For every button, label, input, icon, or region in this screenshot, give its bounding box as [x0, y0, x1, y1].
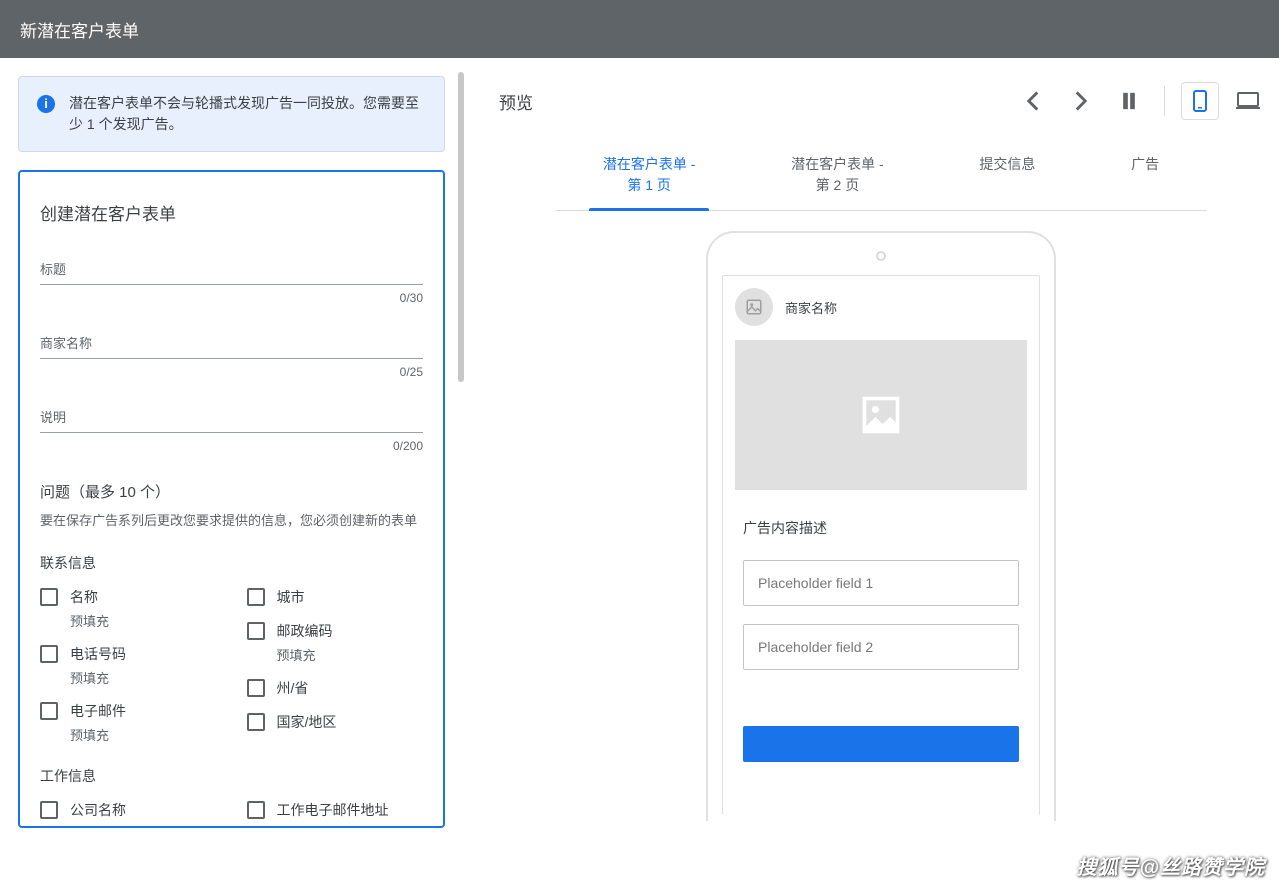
field-headline-label: 标题	[40, 259, 423, 285]
info-text: 潜在客户表单不会与轮播式发现广告一同投放。您需要至少 1 个发现广告。	[69, 93, 426, 135]
work-checkboxes: 公司名称 职位 工作电子邮件地址 工作电话号码	[40, 800, 423, 828]
field-description[interactable]: 说明 0/200	[40, 407, 423, 453]
pause-icon[interactable]	[1110, 82, 1148, 120]
placeholder-field-1: Placeholder field 1	[743, 560, 1019, 606]
field-business[interactable]: 商家名称 0/25	[40, 333, 423, 379]
cb-company[interactable]: 公司名称	[40, 800, 217, 820]
cb-zip[interactable]: 邮政编码预填充	[247, 621, 424, 664]
cb-phone[interactable]: 电话号码预填充	[40, 644, 217, 687]
form-card-title: 创建潜在客户表单	[40, 200, 423, 225]
group-contact-label: 联系信息	[40, 553, 423, 573]
checkbox-icon[interactable]	[247, 713, 265, 731]
field-headline[interactable]: 标题 0/30	[40, 259, 423, 305]
preview-panel: 预览 潜在客户表单 - 第 1 页 潜在客户表单 - 第 2 页 提交信息 广告	[463, 58, 1279, 828]
tab-form-page2[interactable]: 潜在客户表单 - 第 2 页	[773, 144, 902, 210]
preview-tabs: 潜在客户表单 - 第 1 页 潜在客户表单 - 第 2 页 提交信息 广告	[555, 144, 1207, 211]
questions-title: 问题（最多 10 个）	[40, 481, 423, 502]
checkbox-icon[interactable]	[40, 588, 58, 606]
page-header: 新潜在客户表单	[0, 0, 1279, 58]
checkbox-icon[interactable]	[40, 801, 58, 819]
group-work-label: 工作信息	[40, 766, 423, 786]
phone-screen: 商家名称 广告内容描述 Placeholder field 1 Placehol…	[722, 275, 1040, 815]
scrollbar[interactable]	[458, 72, 464, 382]
cb-country[interactable]: 国家/地区	[247, 712, 424, 732]
cb-name[interactable]: 名称预填充	[40, 587, 217, 630]
contact-checkboxes: 名称预填充 电话号码预填充 电子邮件预填充 城市 邮政编码预填充 州/省 国家/…	[40, 587, 423, 744]
checkbox-icon[interactable]	[40, 645, 58, 663]
checkbox-icon[interactable]	[40, 702, 58, 720]
field-business-counter: 0/25	[40, 365, 423, 379]
phone-speaker-icon	[876, 251, 886, 261]
merchant-name: 商家名称	[785, 298, 837, 317]
form-preview: 广告内容描述 Placeholder field 1 Placeholder f…	[735, 504, 1027, 776]
tab-ad[interactable]: 广告	[1113, 144, 1177, 210]
cb-city[interactable]: 城市	[247, 587, 424, 607]
tab-submit[interactable]: 提交信息	[961, 144, 1053, 210]
desktop-view-icon[interactable]	[1229, 82, 1267, 120]
checkbox-icon[interactable]	[247, 679, 265, 697]
field-description-counter: 0/200	[40, 439, 423, 453]
prev-arrow-icon[interactable]	[1014, 82, 1052, 120]
cta-button	[743, 726, 1019, 762]
info-banner: i 潜在客户表单不会与轮播式发现广告一同投放。您需要至少 1 个发现广告。	[18, 76, 445, 152]
field-business-label: 商家名称	[40, 333, 423, 359]
field-headline-counter: 0/30	[40, 291, 423, 305]
info-icon: i	[37, 95, 55, 113]
divider	[1164, 86, 1165, 116]
mobile-view-icon[interactable]	[1181, 82, 1219, 120]
merchant-row: 商家名称	[735, 288, 1027, 326]
checkbox-icon[interactable]	[247, 622, 265, 640]
phone-mockup: 商家名称 广告内容描述 Placeholder field 1 Placehol…	[706, 231, 1056, 821]
watermark-text: 搜狐号@丝路赞学院	[1076, 851, 1265, 880]
cb-state[interactable]: 州/省	[247, 678, 424, 698]
preview-title: 预览	[495, 89, 533, 114]
form-config-panel: i 潜在客户表单不会与轮播式发现广告一同投放。您需要至少 1 个发现广告。 创建…	[0, 58, 463, 828]
hero-image-placeholder	[735, 340, 1027, 490]
page-title: 新潜在客户表单	[20, 17, 139, 42]
next-arrow-icon[interactable]	[1062, 82, 1100, 120]
main-area: i 潜在客户表单不会与轮播式发现广告一同投放。您需要至少 1 个发现广告。 创建…	[0, 58, 1279, 828]
cb-email[interactable]: 电子邮件预填充	[40, 701, 217, 744]
placeholder-field-2: Placeholder field 2	[743, 624, 1019, 670]
checkbox-icon[interactable]	[247, 801, 265, 819]
cb-work-email[interactable]: 工作电子邮件地址	[247, 800, 424, 820]
field-description-label: 说明	[40, 407, 423, 433]
tab-form-page1[interactable]: 潜在客户表单 - 第 1 页	[585, 144, 714, 210]
questions-desc: 要在保存广告系列后更改您要求提供的信息，您必须创建新的表单	[40, 510, 423, 529]
checkbox-icon[interactable]	[247, 588, 265, 606]
merchant-avatar-icon	[735, 288, 773, 326]
form-card: 创建潜在客户表单 标题 0/30 商家名称 0/25 说明 0/200 问题（最…	[18, 170, 445, 828]
ad-description-label: 广告内容描述	[743, 518, 1019, 538]
